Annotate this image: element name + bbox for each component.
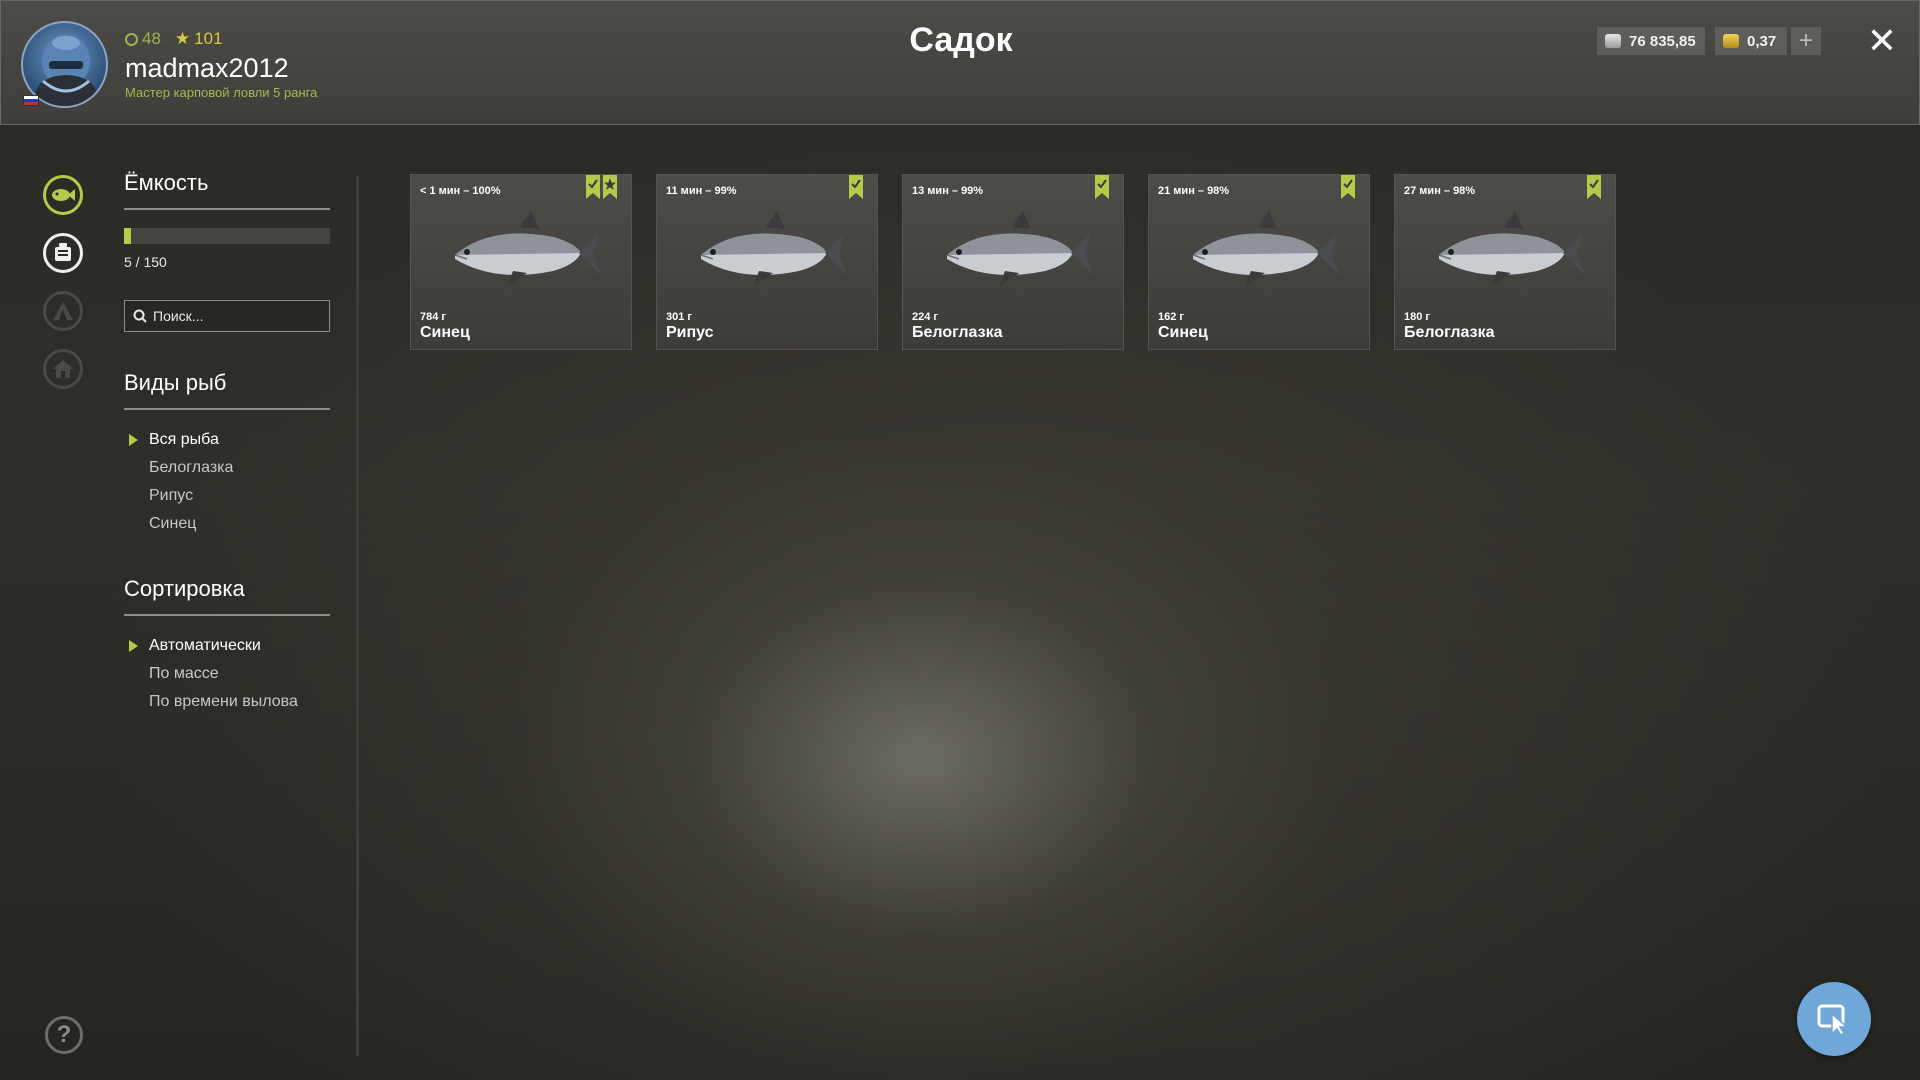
fish-card-time: 21 мин – 98% [1158, 185, 1230, 197]
gold-amount: 0,37 [1747, 32, 1777, 50]
species-list: Вся рыба Белоглазка Рипус Синец [124, 426, 330, 538]
fish-card-time: 13 мин – 99% [912, 185, 984, 197]
species-item[interactable]: Рипус [124, 482, 330, 510]
fish-card-weight: 162 г [1158, 311, 1184, 323]
species-item-label: Белоглазка [149, 459, 234, 476]
fish-card-weight: 784 г [420, 311, 446, 323]
species-item-label: Синец [149, 515, 197, 532]
fish-image-icon [435, 207, 605, 297]
fish-image-icon [1173, 207, 1343, 297]
bookmark-icon[interactable] [849, 175, 863, 199]
fish-icon [52, 189, 75, 201]
panel-divider [356, 176, 359, 1056]
bucket-icon [55, 243, 71, 261]
sort-item-label: По массе [149, 665, 219, 682]
capacity-title: Ёмкость [124, 170, 330, 210]
species-title: Виды рыб [124, 370, 330, 410]
fish-card-name: Белоглазка [1404, 324, 1495, 341]
add-currency-button[interactable]: + [1791, 27, 1821, 55]
selected-arrow-icon [129, 640, 138, 652]
fish-card-badges [586, 175, 617, 199]
fish-card-badges [1095, 175, 1109, 199]
home-icon [53, 360, 73, 378]
fish-card-badges [1587, 175, 1601, 199]
star-bookmark-icon[interactable] [603, 175, 617, 199]
cursor-mode-button[interactable] [1797, 982, 1871, 1056]
fish-card-badges [1341, 175, 1355, 199]
close-button[interactable]: ✕ [1865, 21, 1899, 61]
fish-card[interactable]: 27 мин – 98% 180 г Белоглазка [1394, 174, 1616, 350]
fish-card-weight: 180 г [1404, 311, 1430, 323]
filter-panel: Ёмкость 5 / 150 Виды рыб Вся рыба Белогла… [124, 170, 330, 716]
player-rank: Мастер карповой ловли 5 ранга [125, 85, 318, 100]
fish-card[interactable]: < 1 мин – 100% 784 г Синец [410, 174, 632, 350]
bookmark-icon[interactable] [586, 175, 600, 199]
fish-image-icon [927, 207, 1097, 297]
bookmark-icon[interactable] [1587, 175, 1601, 199]
fish-card-weight: 301 г [666, 311, 692, 323]
search-input[interactable] [153, 308, 323, 324]
gold-coin-icon [1723, 34, 1739, 48]
sort-item-label: По времени вылова [149, 693, 298, 710]
sort-title: Сортировка [124, 576, 330, 616]
rail-bucket-button[interactable] [43, 233, 83, 273]
fish-card-time: < 1 мин – 100% [420, 185, 501, 197]
capacity-bar-fill [124, 228, 131, 244]
tent-icon [53, 302, 73, 320]
fish-card-badges [849, 175, 863, 199]
fish-card-name: Белоглазка [912, 324, 1003, 341]
fish-card[interactable]: 13 мин – 99% 224 г Белоглазка [902, 174, 1124, 350]
bookmark-icon[interactable] [1341, 175, 1355, 199]
fish-card-name: Рипус [666, 324, 714, 341]
search-box[interactable] [124, 300, 330, 332]
cursor-icon [1817, 1004, 1850, 1036]
fish-card-name: Синец [1158, 324, 1208, 341]
silver-amount: 76 835,85 [1629, 32, 1696, 50]
gold-currency: 0,37 [1715, 27, 1787, 55]
selected-arrow-icon [129, 434, 138, 446]
rail-keepnet-fish-button[interactable] [43, 175, 83, 215]
species-item[interactable]: Вся рыба [124, 426, 330, 454]
bookmark-icon[interactable] [1095, 175, 1109, 199]
help-button[interactable]: ? [45, 1016, 83, 1054]
fish-grid: < 1 мин – 100% 784 г Синец 11 мин – 99% 30… [410, 174, 1616, 350]
species-item-label: Рипус [149, 487, 194, 504]
silver-currency: 76 835,85 [1597, 27, 1705, 55]
sort-list: Автоматически По массе По времени вылова [124, 632, 330, 716]
sort-item[interactable]: По времени вылова [124, 688, 330, 716]
species-item[interactable]: Синец [124, 510, 330, 538]
search-icon [133, 309, 147, 323]
sort-item[interactable]: Автоматически [124, 632, 330, 660]
rail-home-button[interactable] [43, 349, 83, 389]
fish-card-time: 11 мин – 99% [666, 185, 737, 197]
header-bar: 48 ★ 101 madmax2012 Мастер карповой ловл… [0, 0, 1920, 125]
species-item[interactable]: Белоглазка [124, 454, 330, 482]
fish-image-icon [681, 207, 851, 297]
country-flag-icon [23, 95, 39, 106]
species-item-label: Вся рыба [149, 431, 219, 448]
sort-item-label: Автоматически [149, 637, 261, 654]
fish-card-name: Синец [420, 324, 470, 341]
fish-card-weight: 224 г [912, 311, 938, 323]
silver-coin-icon [1605, 34, 1621, 48]
fish-card[interactable]: 21 мин – 98% 162 г Синец [1148, 174, 1370, 350]
fish-card-time: 27 мин – 98% [1404, 185, 1476, 197]
rail-tent-button[interactable] [43, 291, 83, 331]
fish-image-icon [1419, 207, 1589, 297]
sort-item[interactable]: По массе [124, 660, 330, 688]
capacity-count: 5 / 150 [124, 254, 167, 270]
fish-card[interactable]: 11 мин – 99% 301 г Рипус [656, 174, 878, 350]
capacity-bar [124, 228, 330, 244]
